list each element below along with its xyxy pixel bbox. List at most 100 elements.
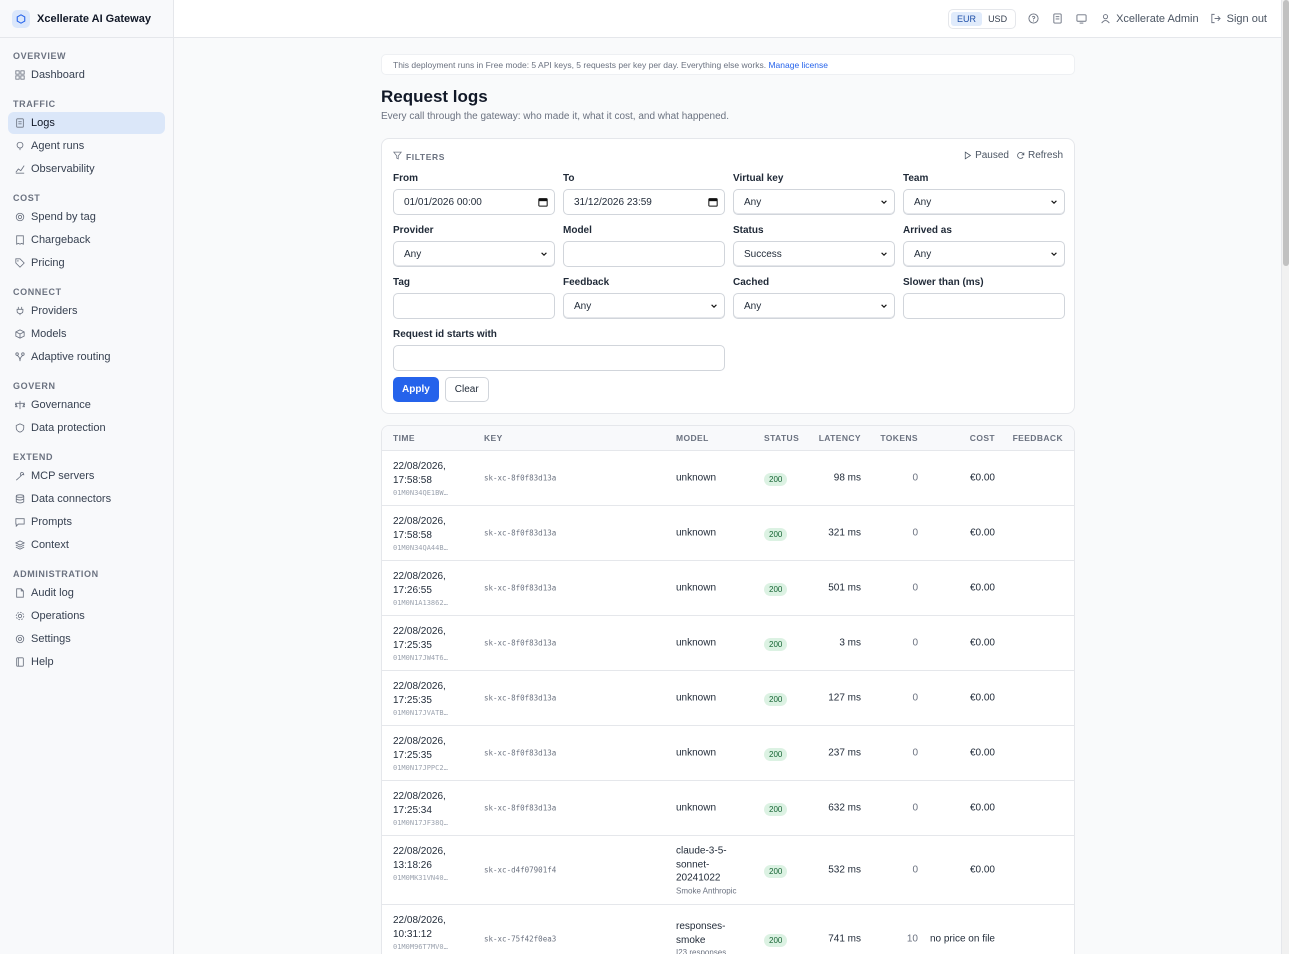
sidebar-item-operations[interactable]: Operations — [8, 605, 165, 627]
sidebar-item-dashboard[interactable]: Dashboard — [8, 64, 165, 86]
provider-select[interactable]: Any — [393, 241, 555, 267]
sidebar-item-prompts[interactable]: Prompts — [8, 511, 165, 533]
col-key[interactable]: KEY — [484, 426, 503, 451]
row-time: 17:58:58 — [393, 474, 432, 486]
status-badge: 200 — [764, 583, 788, 596]
currency-usd-button[interactable]: USD — [982, 12, 1013, 26]
to-value: 31/12/2026 23:59 — [574, 196, 652, 208]
sidebar-item-providers[interactable]: Providers — [8, 300, 165, 322]
col-status[interactable]: STATUS — [764, 426, 799, 451]
col-feedback[interactable]: FEEDBACK — [1013, 426, 1063, 451]
table-row[interactable]: 22/08/2026, 17:25:34 01M0N17JF38Q… sk-xc-8f… — [382, 781, 1074, 836]
sidebar-item-chargeback[interactable]: Chargeback — [8, 229, 165, 251]
sidebar-item-spend-by-tag[interactable]: Spend by tag — [8, 206, 165, 228]
row-date: 22/08/2026, — [393, 571, 446, 582]
clear-button[interactable]: Clear — [444, 377, 489, 402]
sidebar-item-help[interactable]: Help — [8, 651, 165, 673]
model-name: unknown — [676, 802, 717, 814]
sidebar-item-observability[interactable]: Observability — [8, 158, 165, 180]
table-row[interactable]: 22/08/2026, 17:25:35 01M0N17JPPC2… sk-xc-8f… — [382, 726, 1074, 781]
currency-eur-button[interactable]: EUR — [951, 11, 983, 26]
sidebar-item-data-connectors[interactable]: Data connectors — [8, 488, 165, 510]
sidebar-item-data-protection[interactable]: Data protection — [8, 417, 165, 439]
table-row[interactable]: 22/08/2026, 17:25:35 01M0N17JW4T6… sk-xc-8f… — [382, 616, 1074, 671]
layers-icon — [14, 539, 26, 551]
help-circle-icon[interactable] — [1026, 12, 1040, 26]
sidebar-item-mcp-servers[interactable]: MCP servers — [8, 465, 165, 487]
notice-text: This deployment runs in Free mode: 5 API… — [393, 60, 767, 70]
paused-button[interactable]: Paused — [963, 150, 1009, 161]
model-input[interactable] — [563, 241, 725, 267]
status-badge: 200 — [764, 638, 788, 651]
arrived-as-field: Arrived as Any — [903, 224, 1065, 267]
sidebar-item-adaptive-routing[interactable]: Adaptive routing — [8, 346, 165, 368]
sign-out-button[interactable]: Sign out — [1209, 12, 1267, 26]
refresh-button[interactable]: Refresh — [1016, 150, 1063, 161]
slower-than-input[interactable] — [903, 293, 1065, 319]
table-row[interactable]: 22/08/2026, 13:18:26 01M0MK31VN40… sk-xc-d4… — [382, 836, 1074, 905]
provider-field: Provider Any — [393, 224, 555, 267]
model-cell: unknown — [676, 581, 746, 595]
sidebar-item-context[interactable]: Context — [8, 534, 165, 556]
virtual-key-select[interactable]: Any — [733, 189, 895, 215]
table-row[interactable]: 22/08/2026, 17:26:55 01M0N1A13862… sk-xc-8f… — [382, 561, 1074, 616]
table-row[interactable]: 22/08/2026, 17:58:58 01M0N34QA44B… sk-xc-8f… — [382, 506, 1074, 561]
table-row[interactable]: 22/08/2026, 10:31:12 01M0M96T7MV0… sk-xc-75… — [382, 905, 1074, 954]
sidebar-item-label: Models — [31, 328, 67, 340]
monitor-icon[interactable] — [1074, 12, 1088, 26]
col-model[interactable]: MODEL — [676, 426, 709, 451]
col-latency[interactable]: LATENCY — [819, 426, 861, 451]
col-cost[interactable]: COST — [970, 426, 995, 451]
sidebar-item-pricing[interactable]: Pricing — [8, 252, 165, 274]
sidebar-item-governance[interactable]: Governance — [8, 394, 165, 416]
key-cell: sk-xc-8f0f83d13a — [484, 748, 557, 758]
sidebar-item-audit-log[interactable]: Audit log — [8, 582, 165, 604]
tag-input[interactable] — [393, 293, 555, 319]
page-scrollbar[interactable] — [1281, 0, 1289, 954]
col-time[interactable]: TIME — [393, 426, 415, 451]
brand[interactable]: Xcellerate AI Gateway — [0, 0, 173, 38]
arrived-as-label: Arrived as — [903, 225, 952, 236]
filters-actions: Paused Refresh — [963, 150, 1063, 161]
from-input[interactable]: 01/01/2026 00:00 — [393, 189, 555, 215]
table-row[interactable]: 22/08/2026, 17:58:58 01M0N34QE1BW… sk-xc-8f… — [382, 451, 1074, 506]
team-select[interactable]: Any — [903, 189, 1065, 215]
arrived-as-select[interactable]: Any — [903, 241, 1065, 267]
to-label: To — [563, 173, 575, 184]
status-select[interactable]: Success — [733, 241, 895, 267]
request-id-input[interactable] — [393, 345, 725, 371]
sidebar-item-settings[interactable]: Settings — [8, 628, 165, 650]
tokens-cell: 0 — [912, 637, 918, 649]
sidebar-item-agent-runs[interactable]: Agent runs — [8, 135, 165, 157]
user-name: Xcellerate Admin — [1116, 12, 1199, 25]
col-tokens[interactable]: TOKENS — [880, 426, 918, 451]
sign-out-icon — [1209, 12, 1223, 26]
to-input[interactable]: 31/12/2026 23:59 — [563, 189, 725, 215]
document-icon[interactable] — [1050, 12, 1064, 26]
status-badge: 200 — [764, 803, 788, 816]
status-cell: 200 — [764, 525, 788, 541]
nav-section-traffic: TRAFFIC Logs Agent runs Observability — [0, 96, 173, 180]
virtual-key-value: Any — [744, 196, 762, 208]
model-cell: unknown — [676, 636, 746, 650]
table-row[interactable]: 22/08/2026, 17:25:35 01M0N17JVATB… sk-xc-8f… — [382, 671, 1074, 726]
sidebar-item-logs[interactable]: Logs — [8, 112, 165, 134]
row-time: 17:25:35 — [393, 694, 432, 706]
model-cell: unknown — [676, 746, 746, 760]
key-cell: sk-xc-d4f07901f4 — [484, 865, 557, 875]
feedback-select[interactable]: Any — [563, 293, 725, 319]
nav-section-govern: GOVERN Governance Data protection — [0, 378, 173, 439]
manage-license-link[interactable]: Manage license — [768, 60, 828, 70]
message-icon — [14, 516, 26, 528]
user-menu[interactable]: Xcellerate Admin — [1098, 12, 1199, 26]
apply-button[interactable]: Apply — [393, 377, 439, 402]
time-cell: 22/08/2026, 10:31:12 01M0M96T7MV0… — [393, 914, 473, 954]
model-field: Model — [563, 224, 725, 267]
scrollbar-thumb[interactable] — [1283, 0, 1289, 266]
row-date: 22/08/2026, — [393, 461, 446, 472]
sidebar-item-models[interactable]: Models — [8, 323, 165, 345]
from-label: From — [393, 173, 418, 184]
key-cell: sk-xc-75f42f0ea3 — [484, 934, 557, 944]
cached-select[interactable]: Any — [733, 293, 895, 319]
model-provider: Smoke Anthropic — [676, 885, 737, 895]
